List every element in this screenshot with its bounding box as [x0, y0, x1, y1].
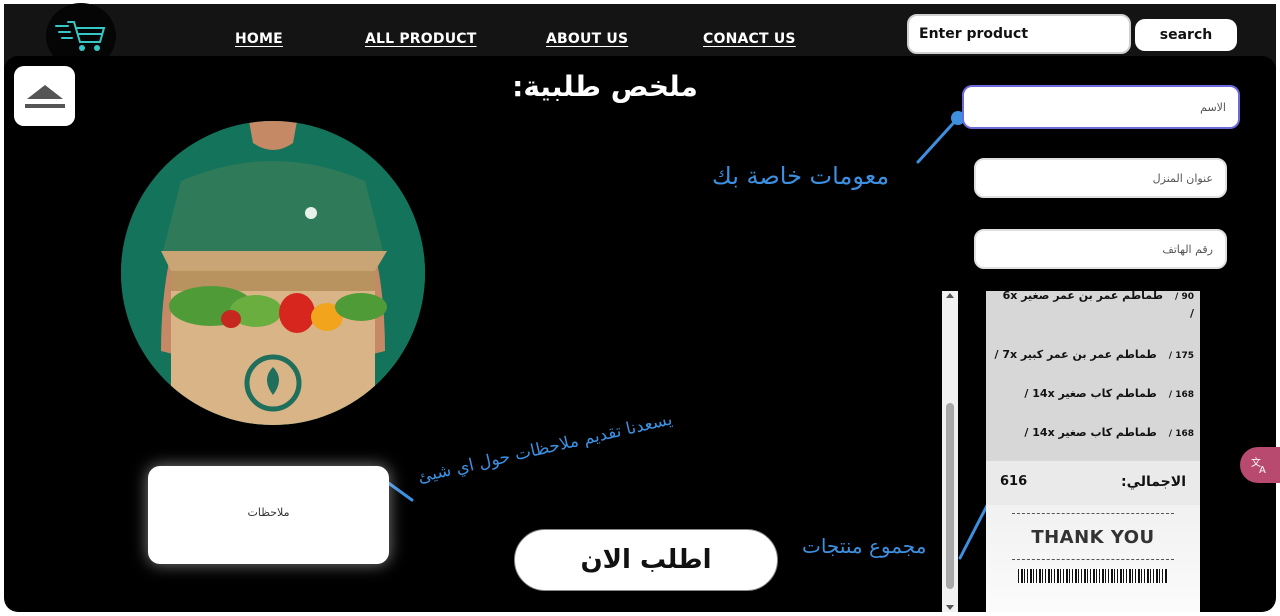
svg-text:A: A — [1259, 465, 1266, 475]
personal-info-annotation: معومات خاصة بك — [712, 162, 890, 190]
receipt-item-trail: / — [1189, 307, 1194, 320]
scroll-top-button[interactable] — [14, 66, 75, 126]
receipt-footer: THANK YOU — [986, 505, 1200, 612]
nav-about-us-link[interactable]: ABOUT US — [546, 31, 628, 47]
total-label: الاجمالي: — [1121, 474, 1186, 490]
total-annotation: مجموع منتجات — [802, 534, 927, 558]
thank-you-text: THANK YOU — [1031, 527, 1155, 548]
receipt-scrollbar[interactable] — [942, 291, 958, 612]
receipt-item: 168 /طماطم كاب صغير 14x / — [1024, 387, 1194, 400]
scroll-thumb[interactable] — [946, 403, 954, 589]
receipt-divider — [1012, 559, 1174, 560]
notes-field[interactable] — [148, 466, 389, 564]
receipt-item: 168 /طماطم كاب صغير 14x / — [1024, 426, 1194, 439]
receipt-item: 175 /طماطم عمر بن عمر كبير 7x / — [994, 348, 1194, 361]
page-title: ملخص طلبية: — [512, 70, 698, 103]
nav-home-link[interactable]: HOME — [235, 31, 283, 47]
search-button[interactable]: search — [1135, 19, 1237, 51]
eject-icon — [24, 85, 65, 108]
translate-icon[interactable]: 文 A — [1240, 447, 1280, 483]
barcode — [1018, 569, 1168, 583]
total-value: 616 — [1000, 474, 1028, 489]
nav-contact-us-link[interactable]: CONACT US — [703, 31, 796, 47]
receipt-divider — [1012, 513, 1174, 514]
scroll-up-icon[interactable] — [946, 293, 954, 298]
receipt-item: 90 /طماطم عمر بن عمر صغير 6x — [1002, 291, 1194, 302]
receipt-total-row: الاجمالي: 616 — [986, 461, 1200, 505]
address-field[interactable] — [974, 158, 1227, 198]
delivery-man-image — [121, 121, 425, 425]
search-input[interactable] — [907, 14, 1131, 54]
order-receipt: 90 /طماطم عمر بن عمر صغير 6x / 175 /طماط… — [986, 291, 1200, 612]
order-now-button[interactable]: اطلب الان — [514, 529, 778, 591]
scroll-down-icon[interactable] — [946, 605, 954, 610]
nav-all-product-link[interactable]: ALL PRODUCT — [365, 31, 477, 47]
name-field[interactable] — [962, 85, 1240, 129]
phone-field[interactable] — [974, 229, 1227, 269]
